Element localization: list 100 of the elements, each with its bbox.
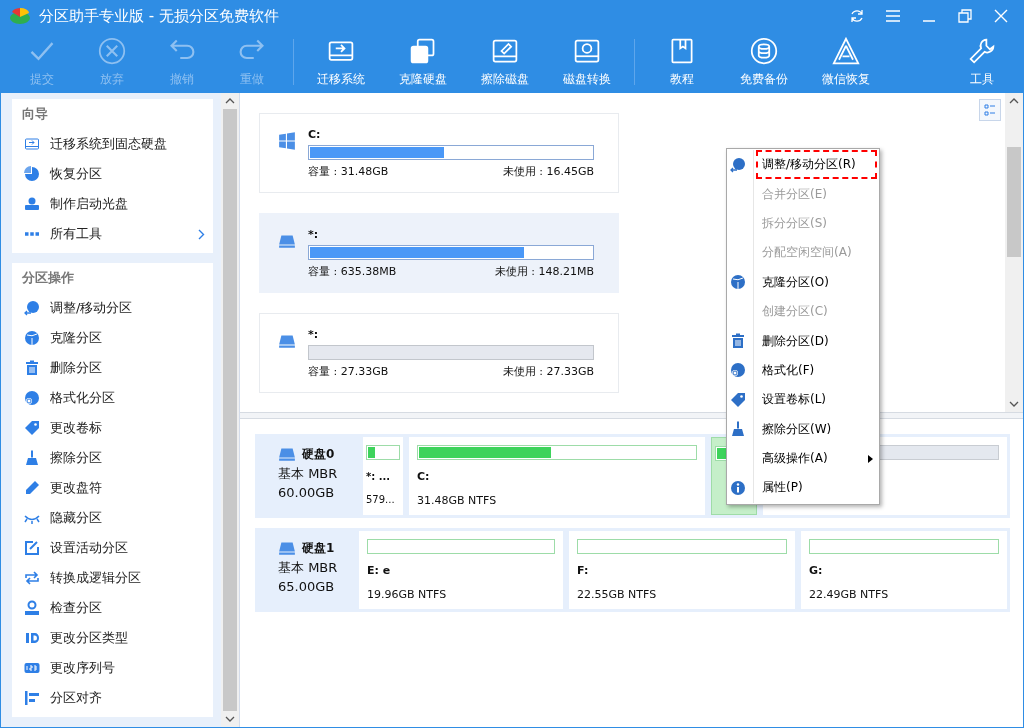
format-disk-icon: [24, 390, 40, 406]
search-drive-icon: [24, 600, 40, 616]
menu-item[interactable]: 克隆分区(O): [727, 267, 879, 297]
drive-icon: [278, 332, 296, 350]
partition-name: E: e: [367, 564, 392, 579]
cancel-icon: [98, 36, 126, 65]
sidebar-item[interactable]: 分区对齐: [12, 683, 213, 713]
capacity-text: 容量 : 635.38MB: [308, 264, 397, 279]
menu-item[interactable]: 删除分区(D): [727, 326, 879, 356]
sidebar-item[interactable]: 转换成逻辑分区: [12, 563, 213, 593]
disk-name: 硬盘1: [302, 539, 335, 557]
free-space-text: 未使用 : 27.33GB: [502, 364, 594, 379]
drive-icon: [278, 232, 296, 250]
partition-block[interactable]: C: 31.48GB NTFS: [409, 437, 705, 515]
trash-icon: [730, 333, 746, 350]
partition-info: 19.96GB NTFS: [367, 588, 448, 603]
disc-drive-icon: [24, 196, 40, 212]
sidebar-item[interactable]: 更改序列号: [12, 653, 213, 683]
book-icon: [668, 36, 696, 65]
broom-icon: [730, 421, 746, 438]
disk-size: 65.00GB: [278, 579, 336, 594]
partition-block[interactable]: F: 22.55GB NTFS: [569, 531, 795, 609]
edit-box-icon: [24, 540, 40, 556]
windows-logo-icon: [278, 132, 296, 150]
partition-info: 31.48GB NTFS: [417, 494, 498, 509]
sidebar-item[interactable]: 恢复分区: [12, 159, 213, 189]
menu-item[interactable]: 格式化(F): [727, 355, 879, 386]
wrench-icon: [968, 36, 996, 65]
sidebar-item[interactable]: 调整/移动分区: [12, 293, 213, 323]
partition-card[interactable]: C: 容量 : 31.48GB 未使用 : 16.45GB: [259, 113, 619, 193]
free-space-text: 未使用 : 16.45GB: [502, 164, 594, 179]
sidebar-item[interactable]: 更改盘符: [12, 473, 213, 503]
sidebar-item[interactable]: 更改分区类型: [12, 623, 213, 653]
capacity-text: 容量 : 27.33GB: [308, 364, 389, 379]
partition-name: G:: [809, 564, 824, 579]
partition-card[interactable]: *: 容量 : 635.38MB 未使用 : 148.21MB: [259, 213, 619, 293]
partition-block[interactable]: E: e 19.96GB NTFS: [359, 531, 563, 609]
globe-arrows-icon: [24, 300, 40, 316]
menu-item[interactable]: 属性(P): [727, 473, 879, 503]
partition-info: 22.49GB NTFS: [809, 588, 890, 603]
trash-icon: [24, 360, 40, 376]
free-space-text: 未使用 : 148.21MB: [494, 264, 594, 279]
scroll-down-icon[interactable]: [225, 716, 235, 722]
scroll-up-icon[interactable]: [225, 98, 235, 104]
sidebar-item[interactable]: 迁移系统到固态硬盘: [12, 129, 213, 159]
scroll-up-icon[interactable]: [1009, 98, 1019, 104]
sidebar-item[interactable]: 制作启动光盘: [12, 189, 213, 219]
partition-name: F:: [577, 564, 590, 579]
scrollbar[interactable]: [1005, 93, 1023, 412]
globe-icon: [730, 274, 746, 291]
sidebar-item[interactable]: 设置活动分区: [12, 533, 213, 563]
align-icon: [24, 690, 40, 706]
partition-card[interactable]: *: 容量 : 27.33GB 未使用 : 27.33GB: [259, 313, 619, 393]
view-toggle-icon[interactable]: [979, 99, 1001, 121]
section-title: 分区操作: [21, 269, 75, 287]
drive-icon: [278, 539, 296, 557]
menu-item[interactable]: 高级操作(A): [727, 443, 879, 474]
swap-arrows-icon: [24, 570, 40, 586]
tag-icon: [24, 420, 40, 436]
disk-size: 60.00GB: [278, 485, 336, 500]
sidebar-item[interactable]: 格式化分区: [12, 383, 213, 413]
info-icon: [730, 480, 746, 496]
tag-icon: [730, 391, 746, 408]
drive-icon: [278, 445, 296, 463]
scroll-down-icon[interactable]: [1009, 401, 1019, 407]
triangle-logo-icon: [832, 36, 860, 65]
dots-icon: [25, 232, 39, 236]
disk-type: 基本 MBR: [278, 465, 339, 483]
menu-item[interactable]: 设置卷标(L): [727, 385, 879, 415]
partition-name: C:: [308, 128, 322, 141]
partition-info: 579...: [366, 493, 396, 506]
sidebar-item[interactable]: 更改卷标: [12, 413, 213, 443]
sidebar-item[interactable]: 隐藏分区: [12, 503, 213, 533]
scrollbar[interactable]: [221, 93, 239, 727]
sidebar-item[interactable]: 删除分区: [12, 353, 213, 383]
sidebar-item[interactable]: 擦除分区: [12, 443, 213, 473]
two-drives-icon: [409, 36, 437, 65]
sidebar-item[interactable]: 所有工具: [12, 219, 213, 249]
disk-type: 基本 MBR: [278, 559, 339, 577]
number-badge-icon: [24, 660, 40, 676]
pencil-icon: [24, 480, 40, 496]
database-icon: [750, 36, 778, 65]
globe-arrows-icon: [730, 156, 746, 173]
pie-chart-icon: [24, 166, 40, 182]
broom-icon: [24, 450, 40, 466]
format-disk-icon: [730, 362, 746, 379]
disk-name: 硬盘0: [302, 445, 335, 463]
section-title: 向导: [21, 105, 49, 123]
partition-name: *:: [308, 328, 320, 341]
window-title: 分区助手专业版 - 无损分区免费软件: [39, 6, 280, 26]
partition-name: C:: [417, 470, 431, 485]
menu-item[interactable]: 擦除分区(W): [727, 414, 879, 444]
partition-name: *: ...: [366, 470, 392, 483]
partition-name: *:: [308, 228, 320, 241]
partition-block[interactable]: G: 22.49GB NTFS: [801, 531, 1007, 609]
menu-item[interactable]: 调整/移动分区(R): [727, 150, 879, 180]
app-logo-icon: [9, 6, 31, 26]
sidebar-item[interactable]: 检查分区: [12, 593, 213, 623]
sidebar-item[interactable]: 克隆分区: [12, 323, 213, 353]
partition-block[interactable]: *: ... 579...: [363, 437, 403, 515]
